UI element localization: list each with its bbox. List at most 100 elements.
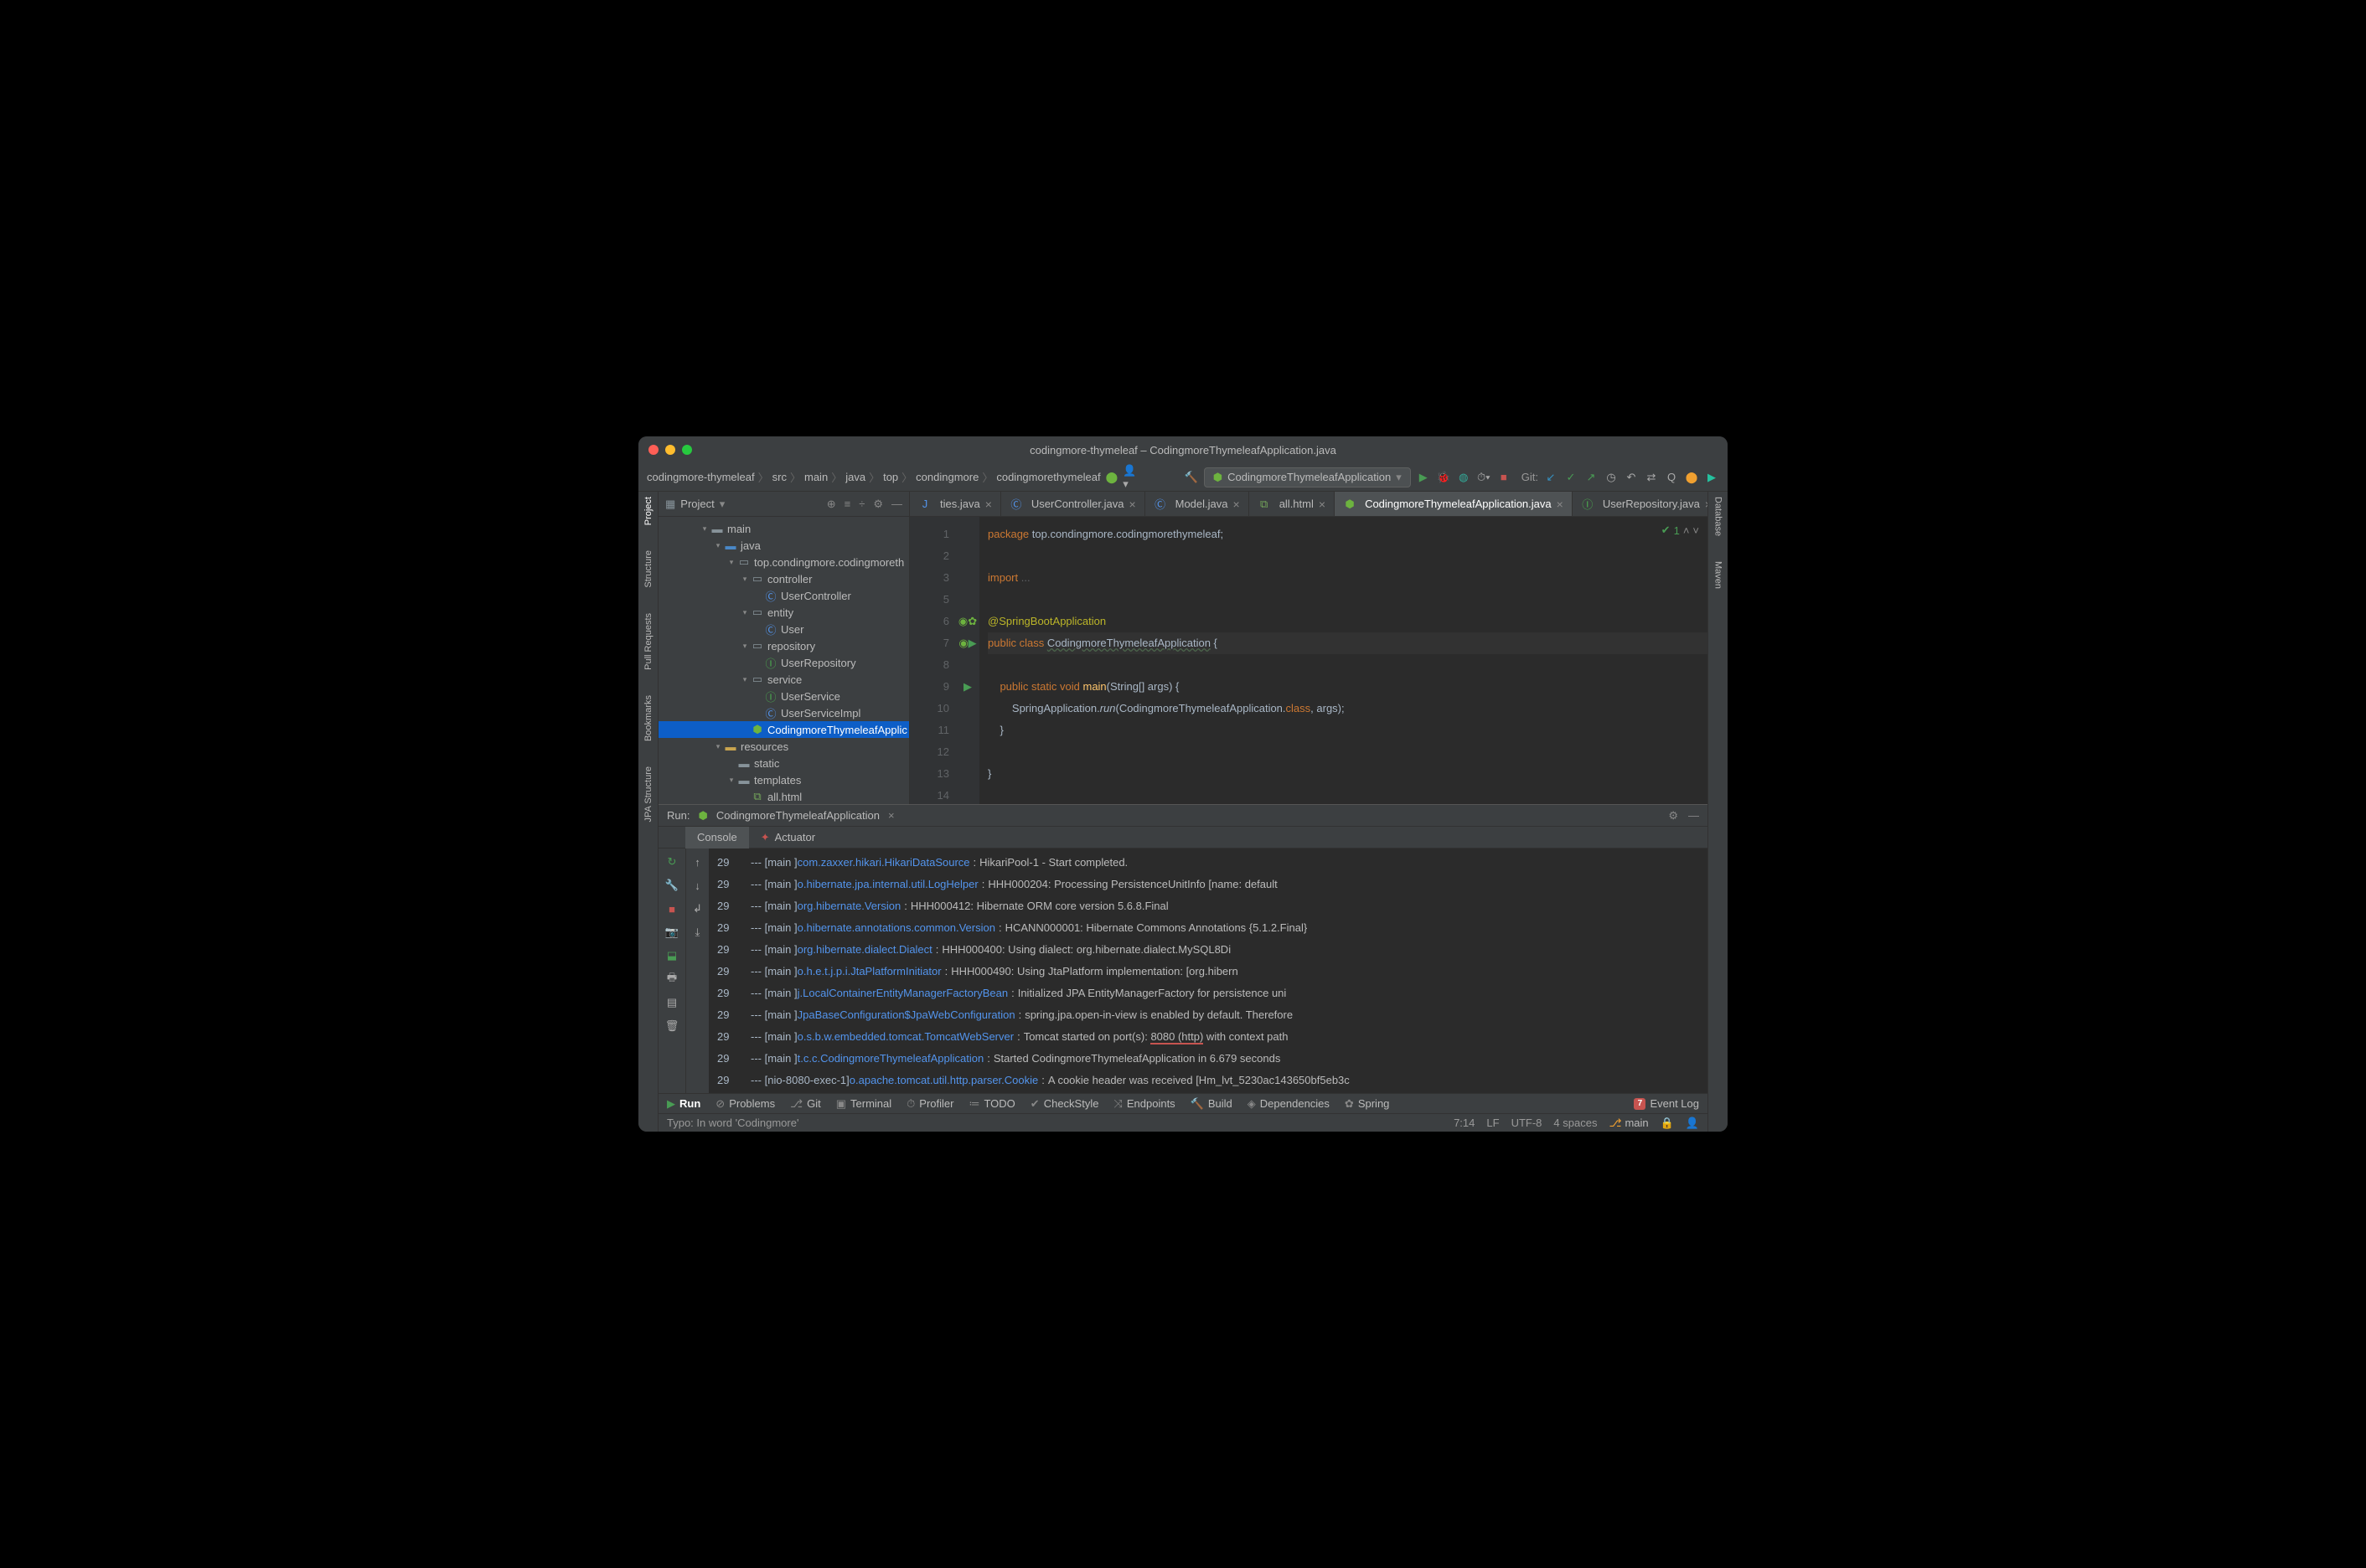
code-area[interactable]: package top.condingmore.codingmorethymel… [979, 517, 1707, 804]
breadcrumb[interactable]: codingmore-thymeleaf 〉src 〉main 〉java 〉t… [647, 469, 1101, 485]
tree-node[interactable]: ▾▭service [659, 671, 909, 688]
tree-node[interactable]: ▾▬java [659, 537, 909, 554]
bottom-tool-button[interactable]: ⎇Git [790, 1097, 821, 1111]
jrebel-icon[interactable]: ▶ [1704, 470, 1719, 485]
tree-node[interactable]: ▾▭entity [659, 604, 909, 621]
tree-node[interactable]: ▾▭repository [659, 637, 909, 654]
wrench-icon[interactable]: 🔧 [664, 877, 680, 894]
rerun-icon[interactable]: ↻ [664, 854, 680, 870]
coverage-icon[interactable]: ◍ [1456, 470, 1471, 485]
camera-icon[interactable]: 📷 [664, 924, 680, 941]
bottom-tool-button[interactable]: ⏱Profiler [907, 1097, 953, 1111]
hide-icon[interactable]: — [1688, 809, 1699, 823]
nav-icon[interactable]: 👤▾ [1123, 470, 1138, 485]
stop-icon[interactable]: ■ [1496, 470, 1511, 485]
down-icon[interactable]: ↓ [690, 877, 706, 894]
editor-body[interactable]: 123567891011121314 ◉✿◉▶▶ package top.con… [910, 517, 1707, 804]
tree-node[interactable]: ⧉all.html [659, 788, 909, 804]
print-icon[interactable]: 🖶 [664, 971, 680, 988]
scroll-end-icon[interactable]: ⤓ [690, 924, 706, 941]
gear-icon[interactable]: ⚙ [873, 498, 883, 511]
close-tab-icon[interactable]: × [1233, 498, 1240, 511]
filter-icon[interactable]: ▤ [664, 994, 680, 1011]
expand-all-icon[interactable]: ≡ [845, 498, 851, 511]
tool-window-tab[interactable]: Project [643, 497, 653, 525]
breadcrumb-segment[interactable]: java [845, 471, 865, 483]
git-branch[interactable]: ⎇main [1609, 1117, 1648, 1130]
run-tab[interactable]: Console [685, 827, 749, 848]
profile-icon[interactable]: ⏱▾ [1476, 470, 1491, 485]
tool-window-tab[interactable]: Pull Requests [643, 613, 653, 670]
project-tree[interactable]: ▾▬main▾▬java▾▭top.condingmore.codingmore… [659, 517, 909, 804]
close-icon[interactable] [648, 445, 659, 455]
editor-tab[interactable]: Jties.java× [910, 492, 1001, 517]
spring-bean-icon[interactable]: ◉ [958, 611, 968, 632]
run-gutter-icon[interactable]: ▶ [963, 676, 972, 698]
close-tab-icon[interactable]: × [1129, 498, 1135, 511]
editor-tab[interactable]: ⧉all.html× [1249, 492, 1335, 517]
tool-window-tab[interactable]: JPA Structure [643, 766, 653, 822]
run-icon[interactable]: ▶ [1416, 470, 1431, 485]
tree-node[interactable]: ▾▬main [659, 520, 909, 537]
editor-tab[interactable]: ⒸModel.java× [1145, 492, 1249, 517]
close-tab-icon[interactable]: × [1319, 498, 1325, 511]
close-tab-icon[interactable]: × [1557, 498, 1563, 511]
run-gutter-icon[interactable]: ▶ [969, 632, 977, 654]
collapse-all-icon[interactable]: ÷ [859, 498, 865, 511]
git-push-icon[interactable]: ↗ [1583, 470, 1599, 485]
hide-icon[interactable]: — [891, 498, 902, 511]
spring-bean-icon[interactable]: ◉ [958, 632, 968, 654]
inspector-icon[interactable]: 👤 [1686, 1117, 1699, 1130]
console-output[interactable]: 29 --- [main ] com.zaxxer.hikari.HikariD… [709, 848, 1707, 1093]
project-view-selector[interactable]: ▦ Project ▾ [665, 498, 725, 511]
bottom-tool-button[interactable]: ⊘Problems [715, 1097, 775, 1111]
editor-tab[interactable]: ⒾUserRepository.java× [1573, 492, 1707, 517]
tree-node[interactable]: ⒸUserServiceImpl [659, 704, 909, 721]
indent-setting[interactable]: 4 spaces [1553, 1117, 1597, 1129]
inspection-widget[interactable]: ✔1 ˄˅ [1661, 524, 1699, 537]
tool-window-tab[interactable]: Maven [1713, 561, 1723, 589]
tree-node[interactable]: ⬢CodingmoreThymeleafApplic [659, 721, 909, 738]
soft-wrap-icon[interactable]: ↲ [690, 900, 706, 917]
rollback-icon[interactable]: ↶ [1624, 470, 1639, 485]
debug-icon[interactable]: 🐞 [1436, 470, 1451, 485]
event-log-button[interactable]: 7Event Log [1634, 1097, 1699, 1110]
breadcrumb-segment[interactable]: main [804, 471, 828, 483]
ide-settings-icon[interactable]: ⬤ [1684, 470, 1699, 485]
git-update-icon[interactable]: ↙ [1543, 470, 1558, 485]
lock-icon[interactable]: 🔒 [1661, 1117, 1674, 1130]
cursor-position[interactable]: 7:14 [1454, 1117, 1475, 1129]
zoom-icon[interactable] [682, 445, 692, 455]
tree-node[interactable]: ⒾUserRepository [659, 654, 909, 671]
tree-node[interactable]: ⒸUser [659, 621, 909, 637]
tree-node[interactable]: ⒾUserService [659, 688, 909, 704]
tool-window-tab[interactable]: Structure [643, 550, 653, 588]
tree-node[interactable]: ▾▭controller [659, 570, 909, 587]
breadcrumb-segment[interactable]: top [883, 471, 898, 483]
tree-node[interactable]: ▾▬templates [659, 771, 909, 788]
bottom-tool-button[interactable]: ✿Spring [1345, 1097, 1389, 1111]
select-opened-icon[interactable]: ⊕ [827, 498, 836, 511]
bottom-tool-button[interactable]: ≔TODO [969, 1097, 1015, 1111]
bottom-tool-button[interactable]: ▣Terminal [836, 1097, 891, 1111]
close-tab-icon[interactable]: × [985, 498, 992, 511]
tree-node[interactable]: ▬static [659, 755, 909, 771]
build-icon[interactable]: 🔨 [1184, 470, 1199, 485]
tree-node[interactable]: ▾▬resources [659, 738, 909, 755]
gear-icon[interactable]: ⚙ [1668, 809, 1678, 823]
tree-node[interactable]: ⒸUserController [659, 587, 909, 604]
history-icon[interactable]: ◷ [1604, 470, 1619, 485]
run-tab[interactable]: ✦Actuator [749, 827, 827, 848]
run-config-selector[interactable]: ⬢ CodingmoreThymeleafApplication ▾ [1204, 467, 1411, 487]
code-with-me-icon[interactable]: ⇄ [1644, 470, 1659, 485]
layout-icon[interactable]: ⬓ [664, 947, 680, 964]
breadcrumb-segment[interactable]: src [772, 471, 787, 483]
editor-tab[interactable]: ⬢CodingmoreThymeleafApplication.java× [1335, 492, 1573, 517]
tool-window-tab[interactable]: Bookmarks [643, 695, 653, 741]
breadcrumb-segment[interactable]: codingmorethymeleaf [996, 471, 1100, 483]
bottom-tool-button[interactable]: ▶Run [667, 1097, 700, 1111]
leaf-icon[interactable]: ✿ [968, 611, 977, 632]
trash-icon[interactable]: 🗑 [664, 1018, 680, 1034]
up-icon[interactable]: ↑ [690, 854, 706, 870]
tree-node[interactable]: ▾▭top.condingmore.codingmoreth [659, 554, 909, 570]
